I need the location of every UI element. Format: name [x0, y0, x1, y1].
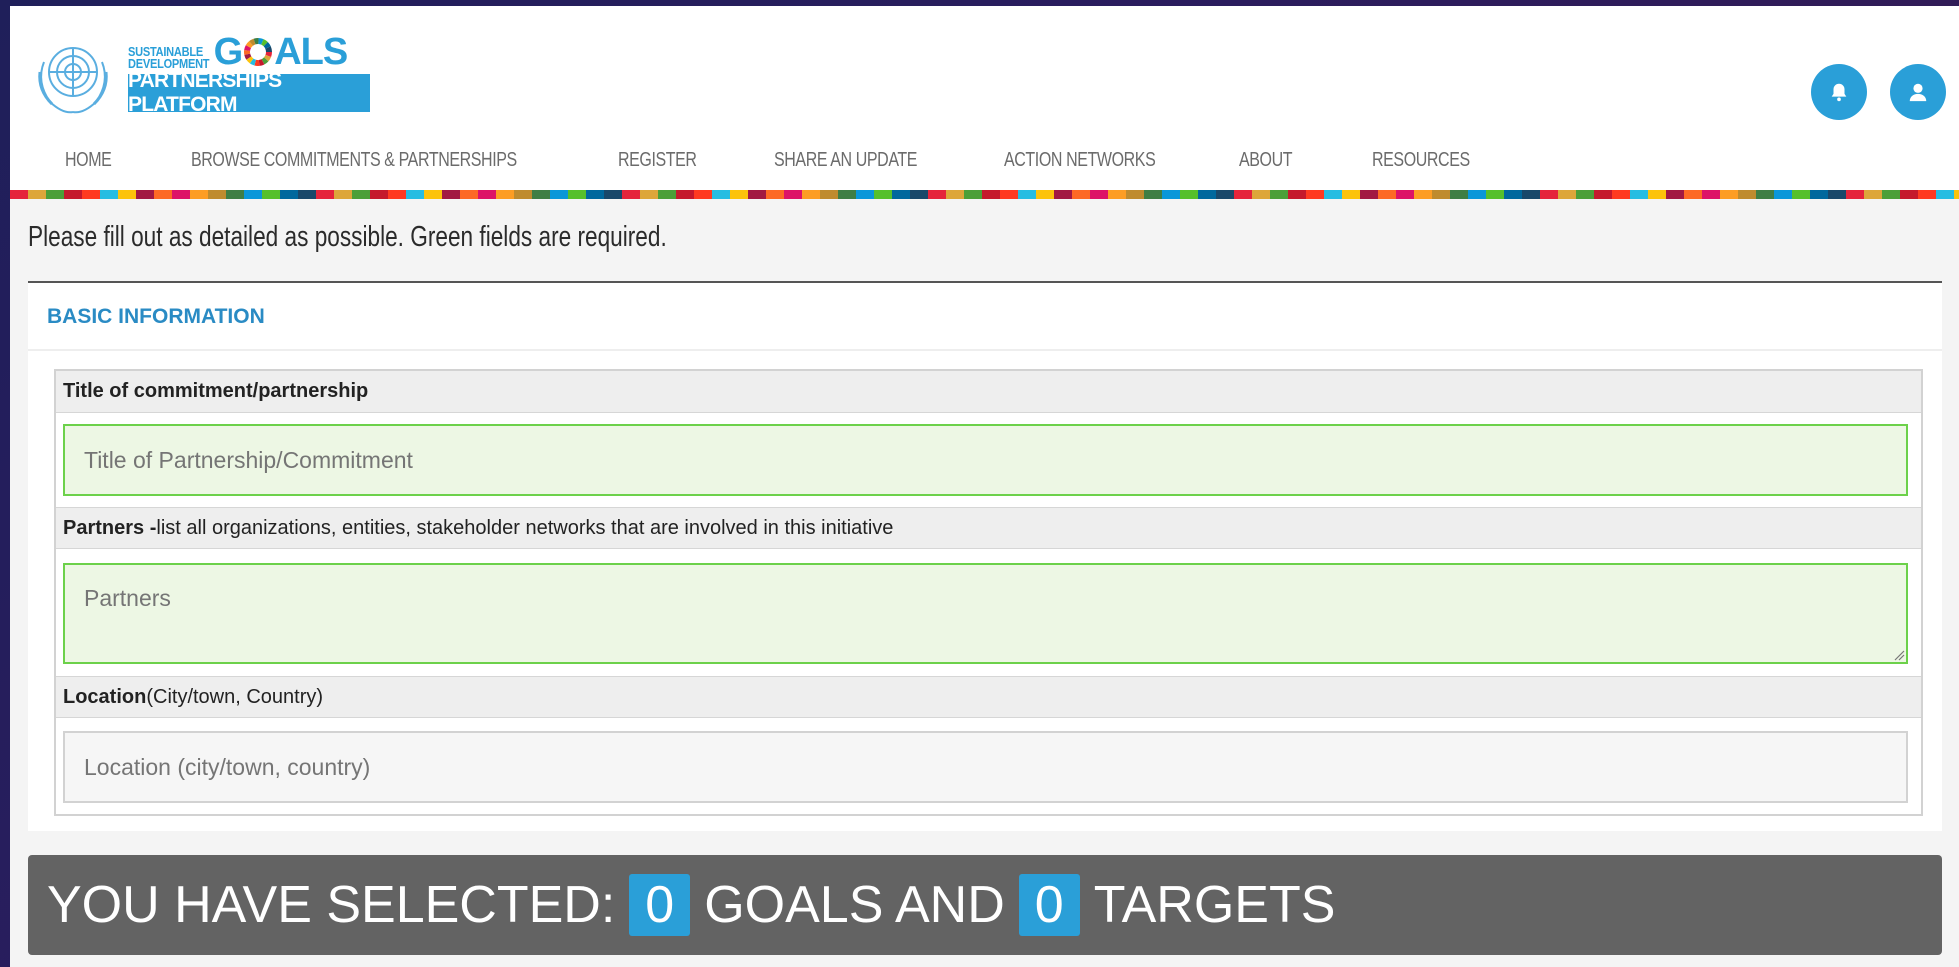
- nav-share-update[interactable]: SHARE AN UPDATE: [774, 149, 917, 172]
- notifications-button[interactable]: [1811, 64, 1867, 120]
- divider: [28, 349, 1942, 351]
- selection-summary-bar: YOU HAVE SELECTED: 0 GOALS AND 0 TARGETS: [28, 855, 1942, 955]
- nav-resources[interactable]: RESOURCES: [1372, 149, 1470, 172]
- form-content: Please fill out as detailed as possible.…: [10, 199, 1959, 967]
- location-label: Location (City/town, Country): [56, 676, 1921, 718]
- brand-subtitle: SUSTAINABLE DEVELOPMENT: [128, 44, 210, 71]
- site-header: SUSTAINABLE DEVELOPMENT G ALS PARTNERSHI…: [10, 6, 1959, 126]
- brand-platform-label: PARTNERSHIPS PLATFORM: [128, 69, 370, 116]
- sdg-color-stripe: [10, 190, 1959, 199]
- partners-label: Partners - list all organizations, entit…: [56, 507, 1921, 549]
- targets-count-badge: 0: [1018, 874, 1080, 936]
- sdg-brand[interactable]: SUSTAINABLE DEVELOPMENT G ALS PARTNERSHI…: [128, 31, 370, 116]
- nav-browse[interactable]: BROWSE COMMITMENTS & PARTNERSHIPS: [191, 149, 517, 172]
- title-label: Title of commitment/partnership: [56, 371, 1921, 413]
- basic-information-panel: BASIC INFORMATION Title of commitment/pa…: [28, 283, 1942, 831]
- brand-goals-wordmark: G ALS: [213, 31, 349, 73]
- section-title[interactable]: BASIC INFORMATION: [47, 305, 265, 329]
- nav-action-networks[interactable]: ACTION NETWORKS: [1004, 149, 1156, 172]
- selection-prefix: YOU HAVE SELECTED:: [47, 876, 616, 934]
- goals-label: GOALS AND: [704, 876, 1005, 934]
- partners-textarea[interactable]: [63, 563, 1908, 664]
- sdg-wheel-icon: [244, 38, 273, 66]
- resize-handle-icon[interactable]: [1893, 649, 1905, 661]
- nav-home[interactable]: HOME: [65, 149, 112, 172]
- nav-register[interactable]: REGISTER: [618, 149, 697, 172]
- un-emblem-logo[interactable]: [28, 32, 118, 122]
- bell-icon: [1831, 83, 1847, 102]
- targets-label: TARGETS: [1093, 876, 1336, 934]
- form-intro-text: Please fill out as detailed as possible.…: [28, 221, 667, 253]
- user-icon: [1909, 83, 1927, 102]
- page: SUSTAINABLE DEVELOPMENT G ALS PARTNERSHI…: [10, 6, 1959, 967]
- account-button[interactable]: [1890, 64, 1946, 120]
- location-input[interactable]: [63, 731, 1908, 803]
- nav-about[interactable]: ABOUT: [1239, 149, 1293, 172]
- form-table: Title of commitment/partnership Partners…: [54, 369, 1923, 816]
- title-input[interactable]: [63, 424, 1908, 496]
- goals-count-badge: 0: [629, 874, 691, 936]
